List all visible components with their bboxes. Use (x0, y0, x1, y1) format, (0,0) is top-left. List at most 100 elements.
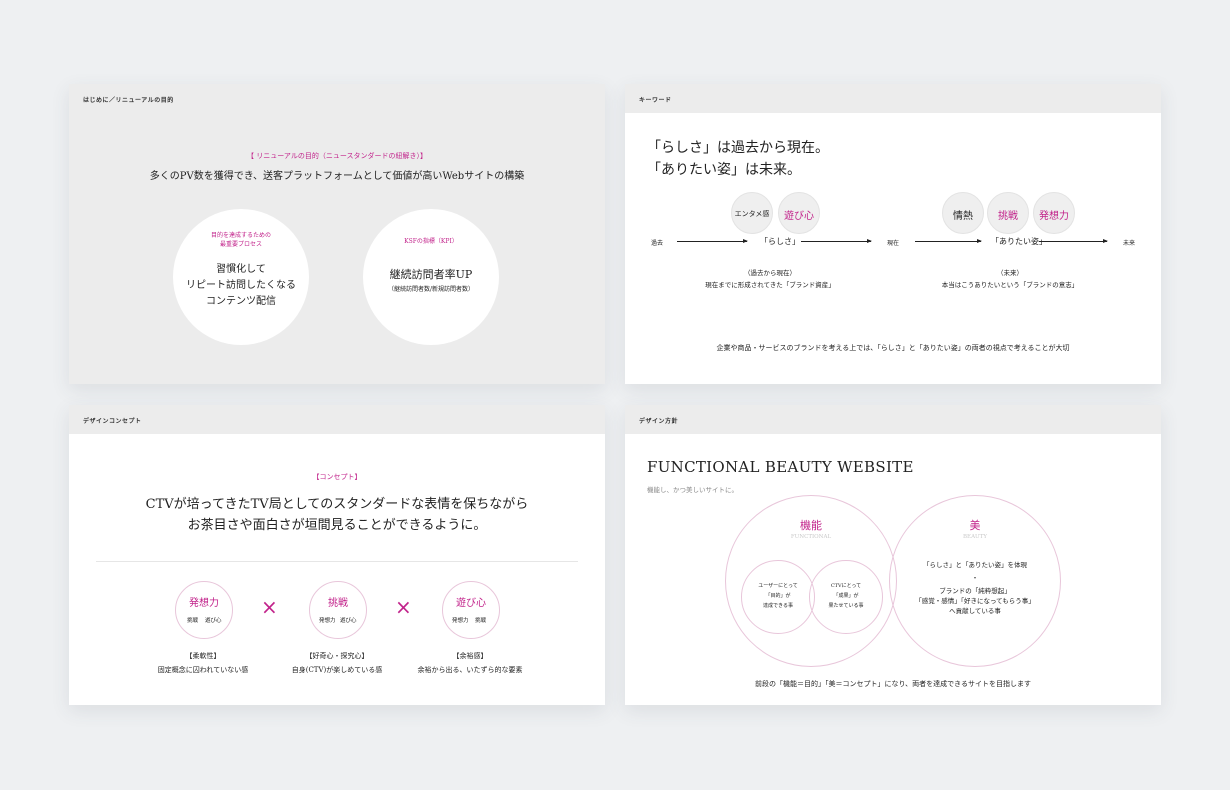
beauty-line3: 「感覚・感情」「好きになってもらう事」 (915, 597, 1035, 605)
concept-desc-label: 【好奇心・探究心】 (305, 652, 369, 660)
timeline-line (677, 239, 748, 243)
concept-circle-title: 遊び心 (456, 598, 486, 609)
policy-title: FUNCTIONAL BEAUTY WEBSITE (647, 458, 914, 476)
concept-circle-sub-a: 挑戦 (187, 618, 199, 624)
concept-desc-2: 【好奇心・探究心】 自身(CTV)が楽しめている感 (267, 649, 407, 677)
kpi-label: KSFの指標（KPI） (404, 238, 458, 245)
note-past: （過去から現在） 現在までに形成されてきた「ブランド資産」 (685, 267, 855, 291)
process-label-line1: 目的を達成するための (210, 232, 271, 239)
concept-circle-sub-b: 遊び心 (205, 618, 222, 624)
beauty-line4: へ貢献している事 (949, 607, 1001, 615)
ctv-result-text: CTVにとって 「成果」が 果たせている事 (810, 581, 882, 611)
concept-line1: CTVが培ってきたTV局としてのスタンダードな表情を保ちながら (145, 497, 529, 512)
beauty-en: BEAUTY (963, 534, 987, 540)
user-purpose-text: ユーザーにとって 「目的」が 達成できる事 (742, 581, 814, 611)
concept-circle-sub-a: 発想力 (452, 618, 469, 624)
policy-subtitle: 機能し、かつ美しいサイトに。 (647, 486, 738, 494)
timeline-present: 現在 (887, 240, 900, 247)
kpi-main: 継続訪問者率UP (389, 268, 473, 281)
keyword-title-line1: 「らしさ」は過去から現在。 (647, 140, 829, 156)
functional-title: 機能 (800, 519, 822, 532)
beauty-line2: ブランドの「純粋想起」 (939, 587, 1011, 595)
beauty-dot: ・ (971, 574, 979, 582)
concept-text: CTVが培ってきたTV局としてのスタンダードな表情を保ちながら お茶目さや面白さ… (69, 494, 605, 536)
process-label: 目的を達成するための 最重要プロセス (173, 231, 309, 249)
concept-circle-challenge: 挑戦 発想力 遊び心 (309, 581, 367, 639)
kpi-circle: KSFの指標（KPI） 継続訪問者率UP （継続訪問者数/新規訪問者数） (363, 209, 499, 345)
panel-header-label: はじめに／リニューアルの目的 (83, 97, 174, 104)
bubble-label: 情熱 (953, 211, 973, 222)
bubble-label: 遊び心 (784, 211, 814, 222)
bubble-label: 発想力 (1039, 211, 1069, 222)
keyword-title-line2: 「ありたい姿」は未来。 (647, 162, 801, 178)
panel-header-label: デザインコンセプト (83, 418, 142, 425)
note-past-line2: 現在までに形成されてきた「ブランド資産」 (705, 281, 835, 289)
panel-header-label: キーワード (639, 97, 672, 104)
user-purpose-line3: 達成できる事 (763, 603, 793, 609)
concept-tag: 【コンセプト】 (312, 473, 362, 481)
purpose-tag: 【 リニューアルの目的（ニュースタンダードの紐解き）】 (246, 152, 428, 160)
process-text: 習慣化して リピート訪問したくなる コンテンツ配信 (173, 262, 309, 310)
panel-header: デザインコンセプト (69, 405, 605, 434)
timeline-line (915, 239, 982, 243)
panel-header: キーワード (625, 84, 1161, 113)
beauty-line1: 「らしさ」と「ありたい姿」を体現 (923, 561, 1027, 569)
concept-line2: お茶目さや面白さが垣間見ることができるように。 (187, 518, 487, 533)
timeline-future: 未来 (1123, 240, 1136, 247)
note-future: （未来） 本当はこうありたいという「ブランドの意志」 (925, 267, 1095, 291)
timeline-arrow (1039, 239, 1108, 243)
concept-desc-text: 余裕から出る、いたずら的な要素 (417, 666, 523, 674)
concept-circle-sub-a: 発想力 (319, 618, 336, 624)
panel-keyword: キーワード 「らしさ」は過去から現在。 「ありたい姿」は未来。 エンタメ感 遊び… (625, 84, 1161, 384)
keyword-title: 「らしさ」は過去から現在。 「ありたい姿」は未来。 (647, 137, 829, 181)
panel-design-policy: デザイン方針 FUNCTIONAL BEAUTY WEBSITE 機能し、かつ美… (625, 405, 1161, 705)
beauty-title: 美 (969, 519, 981, 532)
divider (96, 561, 578, 562)
bubble-label: エンタメ感 (734, 210, 770, 218)
panel-design-concept: デザインコンセプト 【コンセプト】 CTVが培ってきたTV局としてのスタンダード… (69, 405, 605, 705)
process-text-line1: 習慣化して (216, 264, 266, 275)
ctv-result-circle: CTVにとって 「成果」が 果たせている事 (809, 560, 883, 634)
process-text-line2: リピート訪問したくなる (186, 280, 296, 291)
ctv-result-line2: 「成果」が (833, 593, 859, 599)
user-purpose-circle: ユーザーにとって 「目的」が 達成できる事 (741, 560, 815, 634)
bubble-playfulness: 遊び心 (778, 192, 820, 234)
concept-circle-sub-b: 挑戦 (475, 618, 487, 624)
policy-footer: 前段の「機能＝目的」「美＝コンセプト」になり、両者を達成できるサイトを目指します (754, 680, 1032, 688)
concept-desc-text: 自身(CTV)が楽しめている感 (291, 666, 383, 674)
user-purpose-line2: 「目的」が (765, 593, 791, 599)
concept-circle-title: 挑戦 (328, 598, 348, 609)
panel-header: はじめに／リニューアルの目的 (69, 84, 605, 113)
purpose-lead: 多くのPV数を獲得でき、送客プラットフォームとして価値が高いWebサイトの構築 (149, 171, 525, 182)
cross-icon: × (261, 595, 278, 619)
concept-desc-label: 【柔軟性】 (185, 652, 221, 660)
bubble-entertainment: エンタメ感 (731, 192, 773, 234)
concept-desc-1: 【柔軟性】 固定概念に囚われていない感 (133, 649, 273, 677)
panel-renewal-purpose: はじめに／リニューアルの目的 【 リニューアルの目的（ニュースタンダードの紐解き… (69, 84, 605, 384)
panel-header: デザイン方針 (625, 405, 1161, 434)
bubble-label: 挑戦 (998, 211, 1018, 222)
kpi-sub: （継続訪問者数/新規訪問者数） (387, 286, 475, 293)
concept-circle-sub-b: 遊び心 (340, 618, 357, 624)
keyword-footer: 企業や商品・サービスのブランドを考える上では、「らしさ」と「ありたい姿」の両者の… (716, 344, 1070, 352)
concept-circle-title: 発想力 (189, 598, 219, 609)
bubble-ideas: 発想力 (1033, 192, 1075, 234)
ctv-result-line1: CTVにとって (830, 583, 862, 589)
concept-circle-playfulness: 遊び心 発想力 挑戦 (442, 581, 500, 639)
process-text-line3: コンテンツ配信 (206, 296, 276, 307)
concept-desc-label: 【余裕感】 (452, 652, 488, 660)
bubble-challenge: 挑戦 (987, 192, 1029, 234)
timeline-rashisa: 「らしさ」 (760, 237, 800, 246)
concept-circle-ideas: 発想力 挑戦 遊び心 (175, 581, 233, 639)
panel-header-label: デザイン方針 (639, 418, 679, 425)
user-purpose-line1: ユーザーにとって (758, 583, 798, 589)
timeline-past: 過去 (651, 240, 664, 247)
note-future-line2: 本当はこうありたいという「ブランドの意志」 (941, 281, 1079, 289)
beauty-description: 「らしさ」と「ありたい姿」を体現 ・ ブランドの「純粋想起」 「感覚・感情」「好… (895, 560, 1055, 616)
timeline-arrow (801, 239, 872, 243)
cross-icon: × (395, 595, 412, 619)
process-circle: 目的を達成するための 最重要プロセス 習慣化して リピート訪問したくなる コンテ… (173, 209, 309, 345)
concept-desc-text: 固定概念に囚われていない感 (157, 666, 249, 674)
functional-en: FUNCTIONAL (790, 534, 832, 540)
bubble-passion: 情熱 (942, 192, 984, 234)
